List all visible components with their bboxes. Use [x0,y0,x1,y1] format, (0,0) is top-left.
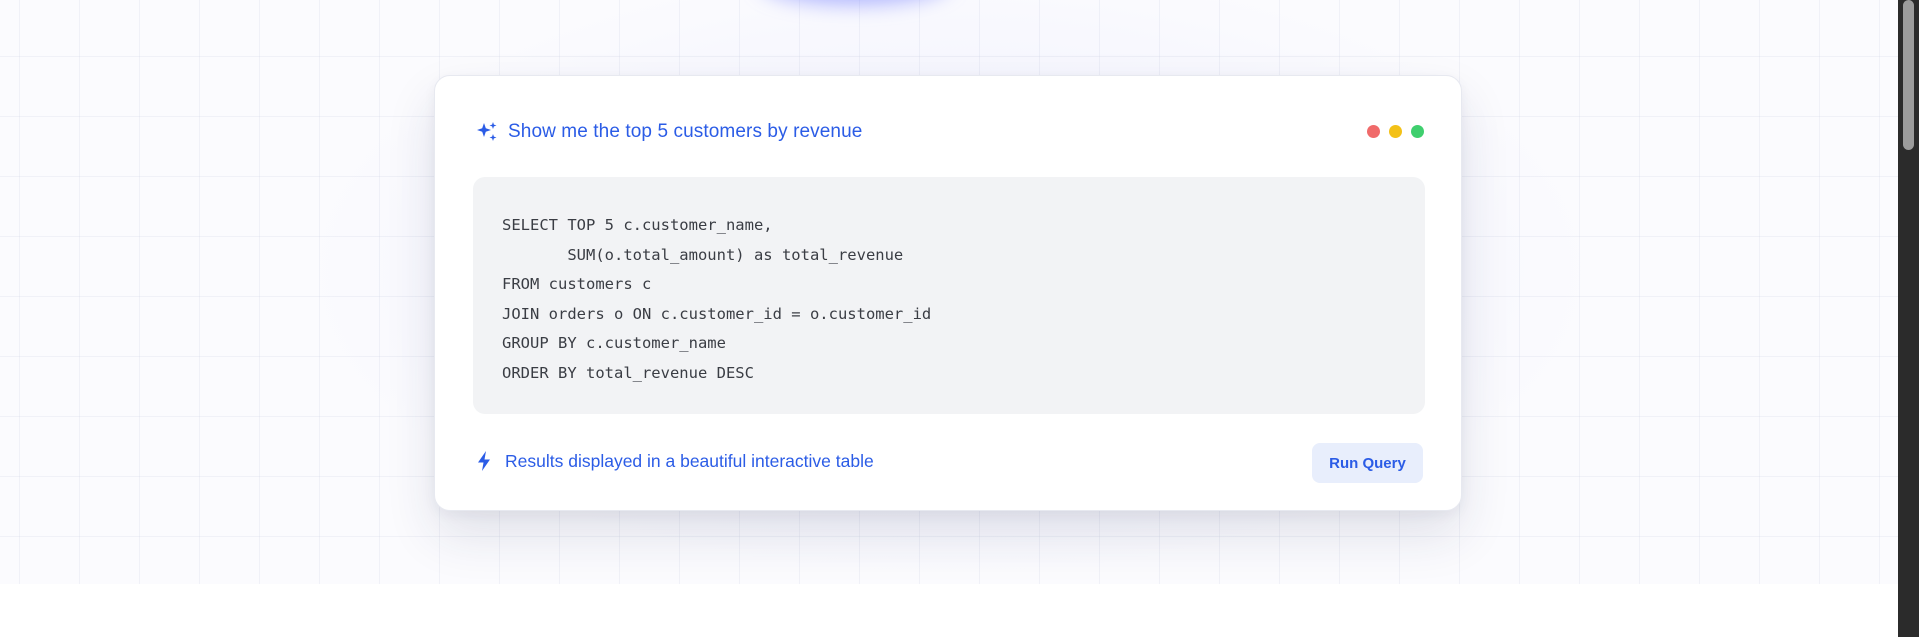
query-title: Show me the top 5 customers by revenue [508,121,863,142]
results-note: Results displayed in a beautiful interac… [475,450,874,472]
run-query-button[interactable]: Run Query [1312,443,1423,483]
window-controls [1367,125,1424,138]
close-dot [1367,125,1380,138]
code-line: GROUP BY c.customer_name [502,334,726,353]
code-line: FROM customers c [502,275,652,294]
maximize-dot [1411,125,1424,138]
query-card: Show me the top 5 customers by revenue S… [434,75,1462,511]
code-line: ORDER BY total_revenue DESC [502,363,754,382]
scrollbar-thumb[interactable] [1903,0,1914,150]
minimize-dot [1389,125,1402,138]
vertical-scrollbar[interactable] [1898,0,1919,637]
sql-code-block: SELECT TOP 5 c.customer_name, SUM(o.tota… [473,177,1425,414]
lightning-bolt-icon [478,451,490,471]
page-viewport: Show me the top 5 customers by revenue S… [0,0,1898,637]
sparkle-icon [477,122,497,141]
results-text: Results displayed in a beautiful interac… [505,450,874,471]
code-line: SUM(o.total_amount) as total_revenue [502,245,904,264]
code-line: SELECT TOP 5 c.customer_name, [502,216,773,234]
code-line: JOIN orders o ON c.customer_id = o.custo… [502,304,932,323]
query-header: Show me the top 5 customers by revenue [475,118,862,146]
